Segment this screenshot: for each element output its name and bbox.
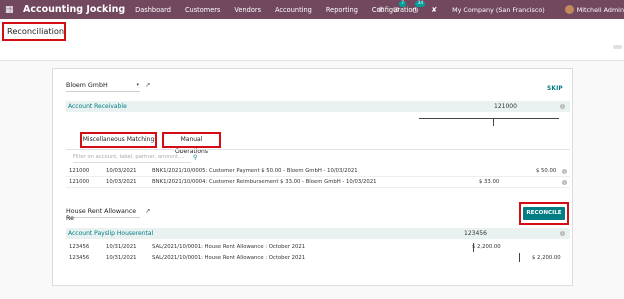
apps-menu-icon[interactable]: ▦ [5,5,19,15]
navbar-systray: ✆ ✉ 7 ◷ 34 ✘ My Company (San Francisco) Mi… [378,0,624,19]
row-account: 121000 [69,168,90,174]
partner-name: House Rent Allowance Re [66,208,137,222]
proposition-lines: 121000 10/03/2021 BNK1/2021/10/0005: Cus… [66,166,570,188]
account-amount: 123456 [464,230,487,237]
account-name: Account Payslip Houserental [68,230,154,237]
credit-divider [519,253,520,262]
phone-icon[interactable]: ✆ [378,6,384,14]
user-menu[interactable]: Mitchell Admin [577,6,624,14]
reconciliation-sheet: Bloem GmbH ▾ ↗ SKIP Account Receivable 1… [52,68,573,286]
menu-dashboard[interactable]: Dashboard [135,6,171,14]
activities-badge: 34 [415,0,426,7]
row-date: 10/31/2021 [106,244,137,250]
row-label: BNK1/2021/10/0004: Customer Reimbursemen… [152,179,377,185]
menu-vendors[interactable]: Vendors [234,6,261,14]
reconcile-button[interactable]: RECONCILE [523,207,565,220]
messages-badge: 7 [399,0,407,7]
balance-line [419,118,559,119]
row-credit: $ 50.00 [536,168,557,174]
row-info-icon[interactable]: i [562,169,567,174]
partner-field-2[interactable]: House Rent Allowance Re [66,208,140,222]
reconcile-highlight: RECONCILE [519,202,569,225]
control-panel: Reconciliation [0,19,624,61]
skip-button[interactable]: SKIP [547,86,563,92]
info-icon[interactable]: i [560,231,565,236]
sidebar-toggle[interactable] [613,45,622,49]
company-switcher[interactable]: My Company (San Francisco) [452,6,545,14]
info-icon[interactable]: i [560,104,565,109]
row-debit: $ 2,200.00 [472,244,501,250]
row-account: 123456 [69,244,90,250]
messages-icon[interactable]: ✉ 7 [393,0,407,14]
table-row[interactable]: 123456 10/31/2021 SAL/2021/10/0001: Hous… [66,253,570,264]
row-label: SAL/2021/10/0001: House Rent Allowance :… [152,255,306,261]
row-info-icon[interactable]: i [562,180,567,185]
tab-manual-operations[interactable]: Manual Operations [162,132,221,155]
account-header-row-2: Account Payslip Houserental 123456 i [66,228,570,239]
search-placeholder: Filter on account, label, partner, amoun… [73,154,185,160]
row-credit: $ 2,200.00 [532,255,561,261]
salary-lines: 123456 10/31/2021 SAL/2021/10/0001: Hous… [66,242,570,264]
account-name: Account Receivable [68,103,127,110]
balance-divider [493,118,494,126]
row-date: 10/03/2021 [106,168,137,174]
tab-miscellaneous-matching[interactable]: Miscellaneous Matching [80,132,157,148]
activities-icon[interactable]: ◷ 34 [412,0,426,14]
row-debit: $ 33.00 [479,179,500,185]
account-amount: 121000 [494,103,517,110]
menu-customers[interactable]: Customers [185,6,220,14]
search-input[interactable]: Filter on account, label, partner, amoun… [73,153,191,163]
user-avatar[interactable] [564,5,574,14]
external-link-icon[interactable]: ↗ [145,207,150,215]
row-label: BNK1/2021/10/0005: Customer Payment $ 50… [152,168,358,174]
table-row[interactable]: 121000 10/03/2021 BNK1/2021/10/0005: Cus… [66,166,570,177]
page-title: Reconciliation [2,22,66,41]
settings-icon[interactable]: ✘ [431,6,437,14]
account-header-row: Account Receivable 121000 i [66,101,570,112]
external-link-icon[interactable]: ↗ [145,81,150,89]
table-row[interactable]: 123456 10/31/2021 SAL/2021/10/0001: Hous… [66,242,570,253]
menu-reporting[interactable]: Reporting [326,6,358,14]
top-navbar: ▦ Accounting Jocking Dashboard Customers… [0,0,624,19]
partner-field[interactable]: Bloem GmbH ▾ [66,82,140,92]
menu-accounting[interactable]: Accounting [275,6,312,14]
dropdown-icon[interactable]: ▾ [136,82,139,88]
row-date: 10/31/2021 [106,255,137,261]
tab-border [66,149,570,150]
row-date: 10/03/2021 [106,179,137,185]
search-icon[interactable]: ⚲ [193,154,197,161]
partner-name: Bloem GmbH [66,82,108,89]
app-brand[interactable]: Accounting Jocking [23,4,125,15]
row-account: 121000 [69,179,90,185]
table-row[interactable]: 121000 10/03/2021 BNK1/2021/10/0004: Cus… [66,177,570,188]
row-account: 123456 [69,255,90,261]
debit-divider [473,243,474,252]
row-label: SAL/2021/10/0001: House Rent Allowance :… [152,244,306,250]
